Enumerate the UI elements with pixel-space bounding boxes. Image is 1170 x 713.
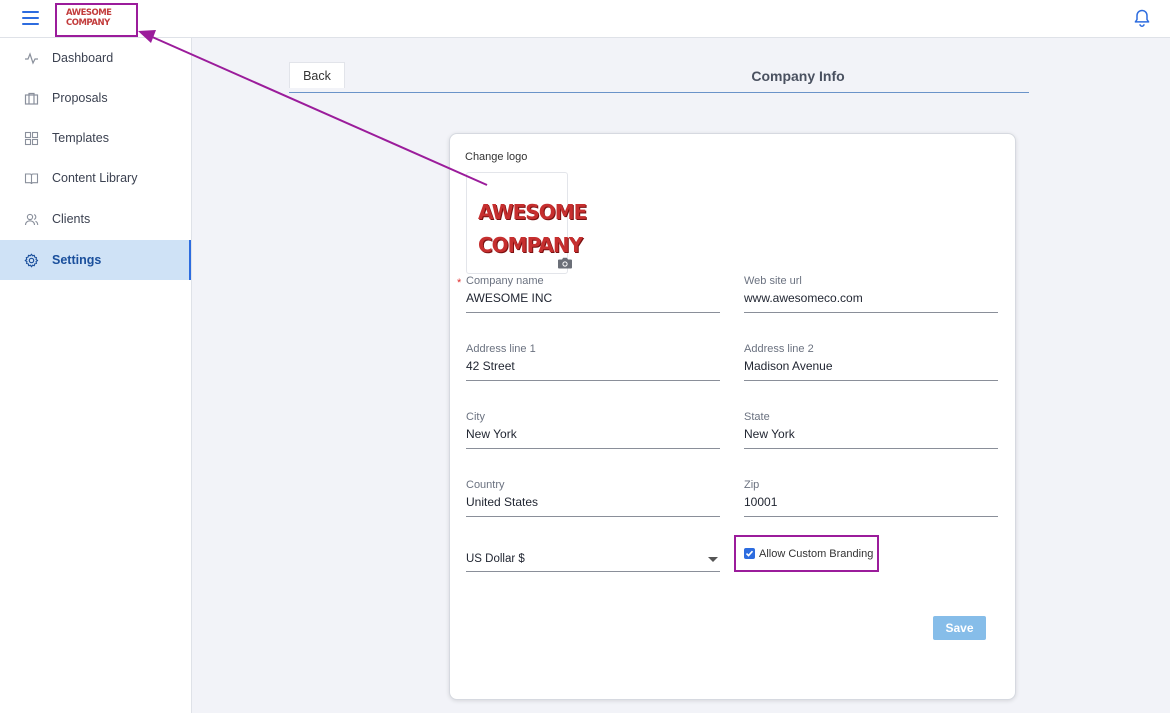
sidebar-item-label: Content Library — [52, 171, 138, 185]
hamburger-menu-icon[interactable] — [22, 11, 40, 25]
sidebar-item-content-library[interactable]: Content Library — [0, 158, 191, 198]
website-url-label: Web site url — [744, 275, 802, 287]
state-label: State — [744, 411, 770, 423]
logo-line1: AWESOME — [478, 200, 587, 224]
zip-value: 10001 — [744, 495, 778, 509]
required-marker: * — [457, 277, 462, 289]
camera-icon[interactable] — [557, 256, 573, 270]
page-title: Company Info — [751, 68, 845, 84]
save-button[interactable]: Save — [933, 616, 986, 640]
address-line2-label: Address line 2 — [744, 343, 814, 355]
address-line1-field[interactable]: Address line 1 42 Street — [466, 343, 720, 381]
city-value: New York — [466, 427, 517, 441]
website-url-field[interactable]: Web site url www.awesomeco.com — [744, 275, 998, 313]
zip-field[interactable]: Zip 10001 — [744, 479, 998, 517]
currency-value: US Dollar $ — [466, 553, 525, 565]
city-field[interactable]: City New York — [466, 411, 720, 449]
address-line2-field[interactable]: Address line 2 Madison Avenue — [744, 343, 998, 381]
sidebar-item-dashboard[interactable]: Dashboard — [0, 38, 191, 78]
check-icon — [745, 550, 754, 557]
city-label: City — [466, 411, 485, 423]
address-line1-value: 42 Street — [466, 359, 515, 373]
country-label: Country — [466, 479, 505, 491]
sidebar-item-clients[interactable]: Clients — [0, 199, 191, 239]
sidebar-item-label: Proposals — [52, 91, 108, 105]
sidebar-item-label: Dashboard — [52, 51, 114, 65]
header-logo-line2: COMPANY — [66, 18, 110, 28]
company-name-field[interactable]: Company name AWESOME INC — [466, 275, 720, 313]
chevron-down-icon — [708, 557, 718, 562]
currency-select[interactable]: US Dollar $ — [466, 551, 720, 572]
sidebar-item-label: Settings — [52, 253, 102, 267]
zip-label: Zip — [744, 479, 760, 491]
address-line2-value: Madison Avenue — [744, 359, 833, 373]
state-field[interactable]: State New York — [744, 411, 998, 449]
company-name-label: Company name — [466, 275, 544, 287]
company-logo-upload[interactable]: AWESOME COMPANY — [466, 172, 587, 274]
website-url-value: www.awesomeco.com — [744, 291, 863, 305]
company-name-value: AWESOME INC — [466, 291, 553, 305]
grid-icon — [24, 131, 39, 146]
custom-branding-checkbox[interactable] — [744, 548, 755, 559]
country-field[interactable]: Country United States — [466, 479, 720, 517]
sidebar-item-label: Templates — [52, 131, 109, 145]
sidebar-item-proposals[interactable]: Proposals — [0, 78, 191, 118]
briefcase-icon — [24, 91, 39, 106]
sidebar-item-templates[interactable]: Templates — [0, 118, 191, 158]
back-button[interactable]: Back — [289, 62, 345, 88]
state-value: New York — [744, 427, 795, 441]
users-icon — [24, 212, 39, 227]
header-company-logo[interactable]: AWESOME COMPANY — [55, 3, 138, 37]
top-bar: AWESOME COMPANY — [0, 0, 1170, 38]
activity-icon — [24, 51, 39, 66]
address-line1-label: Address line 1 — [466, 343, 536, 355]
gear-icon — [24, 253, 39, 268]
country-value: United States — [466, 495, 539, 509]
sidebar-item-label: Clients — [52, 212, 91, 226]
sidebar-item-settings[interactable]: Settings — [0, 240, 191, 280]
title-divider — [289, 92, 1029, 93]
custom-branding-label[interactable]: Allow Custom Branding — [759, 548, 873, 560]
header-logo-line1: AWESOME — [66, 8, 112, 18]
sidebar: Dashboard Proposals Templates Content Li… — [0, 38, 192, 713]
change-logo-label: Change logo — [465, 151, 528, 163]
logo-preview: AWESOME COMPANY — [478, 196, 587, 262]
book-icon — [24, 171, 39, 186]
bell-icon[interactable] — [1132, 8, 1152, 28]
